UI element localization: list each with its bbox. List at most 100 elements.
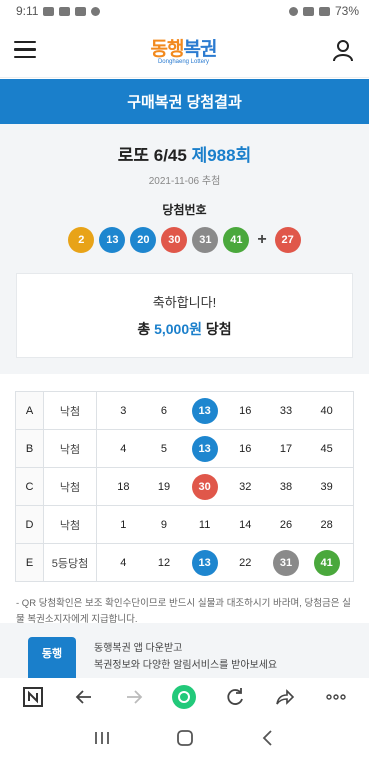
- recent-apps-icon[interactable]: [88, 724, 116, 752]
- game-number: 18: [117, 480, 130, 493]
- congrats-message: 축하합니다!: [152, 295, 217, 310]
- home-dot-icon[interactable]: [170, 683, 198, 711]
- notification-icon: [75, 6, 87, 16]
- matched-number-ball: 31: [272, 549, 299, 576]
- game-name: 로또 6/45: [117, 146, 187, 165]
- page-title: 구매복권 당첨결과: [0, 79, 369, 124]
- matched-number-ball: 41: [313, 549, 340, 576]
- game-number: 26: [279, 518, 293, 531]
- forward-arrow-icon[interactable]: [120, 683, 148, 711]
- game-result: 5등당첨: [43, 543, 97, 582]
- draw-round: 제988회: [191, 146, 252, 165]
- promo-line-2: 복권정보와 다양한 알림서비스를 받아보세요: [94, 660, 278, 671]
- game-row: C 낙첨 18 19 30 32 38 39: [15, 467, 354, 506]
- winning-number-ball: 41: [223, 227, 250, 253]
- game-number: 12: [157, 556, 171, 569]
- promo-logo: 동행: [28, 637, 76, 678]
- games-table-wrapper: A 낙첨 3 6 13 16 33 40 B 낙첨 4 5 13 16 17 45 C 낙첨 18 19 30 32 38 3…: [0, 374, 369, 582]
- logo-text: 복권: [183, 39, 218, 60]
- game-result: 낙첨: [43, 505, 97, 544]
- game-numbers: 4 5 13 16 17 45: [96, 429, 354, 468]
- menu-icon[interactable]: [14, 40, 36, 59]
- game-number: 1: [120, 518, 127, 531]
- prize-amount: 5,000원: [154, 321, 203, 337]
- game-number: 33: [279, 404, 293, 417]
- battery-level: 73%: [334, 4, 359, 18]
- n-icon[interactable]: [19, 683, 47, 711]
- game-number: 22: [239, 556, 252, 569]
- prize-text: 총 5,000원 당첨: [27, 319, 342, 339]
- game-number: 19: [157, 480, 171, 493]
- prize-suffix: 당첨: [205, 321, 232, 337]
- notification-icon: [43, 6, 55, 16]
- system-navbar: [0, 716, 369, 760]
- user-icon[interactable]: [331, 38, 355, 62]
- game-id: B: [15, 429, 44, 468]
- game-number: 9: [160, 518, 168, 531]
- status-bar: 9:11 73%: [0, 0, 369, 22]
- game-id: C: [15, 467, 44, 506]
- game-number: 5: [160, 442, 168, 455]
- game-number: 16: [239, 442, 252, 455]
- game-numbers: 18 19 30 32 38 39: [96, 467, 354, 506]
- winning-numbers-label: 당첨번호: [162, 203, 207, 217]
- matched-number-ball: 13: [191, 397, 218, 424]
- reload-icon[interactable]: [221, 683, 249, 711]
- games-table: A 낙첨 3 6 13 16 33 40 B 낙첨 4 5 13 16 17 45 C 낙첨 18 19 30 32 38 3…: [15, 391, 354, 582]
- game-result: 낙첨: [43, 391, 97, 430]
- share-icon[interactable]: [271, 683, 299, 711]
- game-id: E: [15, 543, 44, 582]
- winning-number-ball: 20: [130, 227, 157, 253]
- game-number: 14: [239, 518, 252, 531]
- game-number: 17: [279, 442, 293, 455]
- back-icon[interactable]: [254, 724, 282, 752]
- winning-number-ball: 2: [68, 227, 95, 253]
- game-number: 39: [320, 480, 333, 493]
- winning-number-ball: 31: [192, 227, 219, 253]
- game-number: 16: [239, 404, 252, 417]
- game-result: 낙첨: [43, 429, 97, 468]
- logo[interactable]: 동행복권 Donghaeng Lottery: [151, 34, 218, 65]
- draw-title: 로또 6/45 제988회: [16, 141, 353, 166]
- game-result: 낙첨: [43, 467, 97, 506]
- app-header: 동행복권 Donghaeng Lottery: [0, 22, 369, 78]
- game-row: D 낙첨 1 9 11 14 26 28: [15, 505, 354, 544]
- more-icon[interactable]: [322, 683, 350, 711]
- plus-sign: +: [257, 231, 267, 248]
- matched-number-ball: 13: [191, 435, 218, 462]
- logo-subtitle: Donghaeng Lottery: [157, 59, 210, 65]
- matched-number-ball: 30: [191, 473, 218, 500]
- draw-summary: 로또 6/45 제988회 2021-11-06 추첨 당첨번호 2 13 20 30…: [0, 124, 369, 374]
- app-promo-banner[interactable]: 동행 동행복권 앱 다운받고 복권정보와 다양한 알림서비스를 받아보세요: [0, 623, 369, 678]
- game-number: 32: [239, 480, 252, 493]
- game-id: A: [15, 391, 44, 430]
- winning-numbers: 2 13 20 30 31 41 +27: [16, 227, 353, 253]
- status-time: 9:11: [16, 4, 39, 18]
- game-number: 45: [320, 442, 333, 455]
- game-row: A 낙첨 3 6 13 16 33 40: [15, 391, 354, 430]
- wifi-icon: [302, 6, 314, 16]
- game-number: 4: [120, 556, 127, 569]
- result-box: 축하합니다! 총 5,000원 당첨: [16, 273, 353, 358]
- notification-icon: [59, 6, 71, 16]
- promo-line-1: 동행복권 앱 다운받고: [94, 643, 183, 654]
- game-number: 40: [320, 404, 333, 417]
- prize-prefix: 총: [137, 321, 151, 337]
- winning-number-ball: 30: [161, 227, 188, 253]
- bonus-number-ball: 27: [274, 227, 301, 253]
- back-arrow-icon[interactable]: [70, 683, 98, 711]
- notification-icon: [91, 6, 101, 16]
- browser-toolbar: [0, 678, 369, 716]
- game-row: B 낙첨 4 5 13 16 17 45: [15, 429, 354, 468]
- game-number: 4: [120, 442, 127, 455]
- game-number: 3: [120, 404, 127, 417]
- game-numbers: 1 9 11 14 26 28: [96, 505, 354, 544]
- game-number: 38: [279, 480, 293, 493]
- game-id: D: [15, 505, 44, 544]
- game-numbers: 3 6 13 16 33 40: [96, 391, 354, 430]
- winning-number-ball: 13: [99, 227, 126, 253]
- home-icon[interactable]: [171, 724, 199, 752]
- game-number: 28: [320, 518, 333, 531]
- matched-number-ball: 13: [191, 549, 218, 576]
- game-number: 11: [198, 518, 211, 531]
